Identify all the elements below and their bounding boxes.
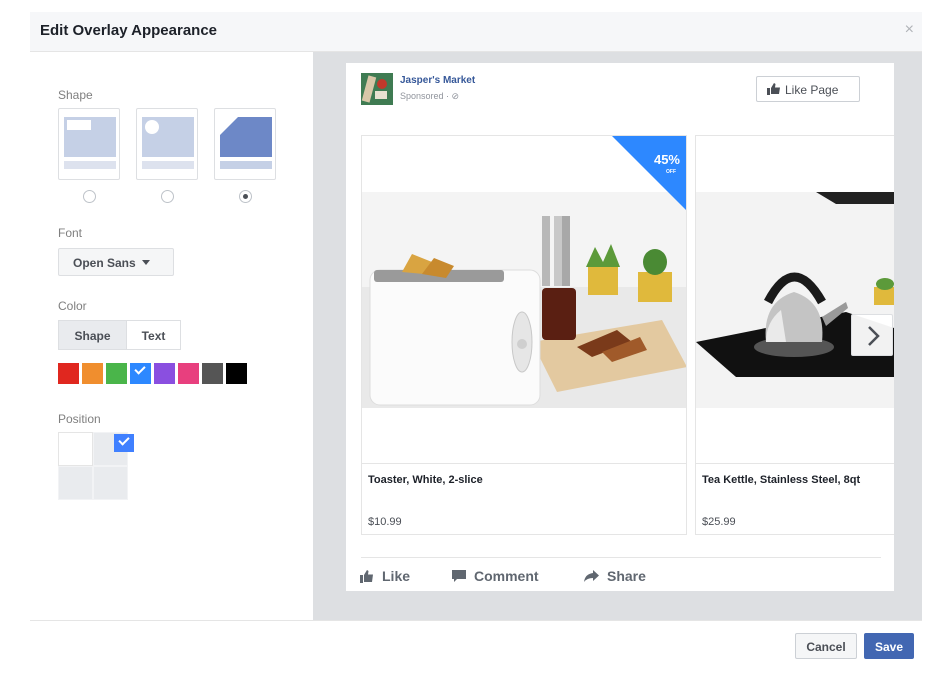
position-bottom-left[interactable] [58,466,93,500]
position-selected-check [114,434,134,452]
position-grid [58,432,134,500]
shape-radio-circle[interactable] [161,190,174,203]
color-tab-text[interactable]: Text [126,320,181,350]
comment-action[interactable]: Comment [452,568,539,584]
font-dropdown-value: Open Sans [73,256,136,270]
carousel-next-button[interactable] [851,314,893,356]
sponsored-label: Sponsored · ⊘ [400,91,460,101]
check-icon [134,363,146,375]
shape-preview-image [142,117,194,157]
share-action[interactable]: Share [584,568,646,584]
share-action-label: Share [607,568,646,584]
like-action-label: Like [382,568,411,584]
shape-option-circle[interactable] [136,108,198,180]
ad-preview-area: Jasper's Market Sponsored · ⊘ Like Page [313,52,922,620]
color-swatch[interactable] [202,363,223,384]
product-photo-toaster [362,192,686,408]
chevron-right-icon [868,326,880,346]
shape-radio-rectangle[interactable] [83,190,96,203]
avatar-shape [375,91,387,99]
shape-option-triangle[interactable] [214,108,276,180]
color-swatch[interactable] [129,362,152,385]
card-divider [362,463,686,464]
comment-action-label: Comment [474,568,539,584]
actions-divider [361,557,881,558]
discount-percent: 45% [653,152,680,167]
ad-preview-post: Jasper's Market Sponsored · ⊘ Like Page [346,63,894,591]
color-swatch[interactable] [82,363,103,384]
color-tab-shape[interactable]: Shape [58,320,127,350]
position-top-left[interactable] [58,432,93,466]
shape-preview-image [220,117,272,157]
avatar-shape [377,79,387,89]
thumbs-up-icon [767,83,780,95]
card-divider [696,463,894,464]
shape-preview-image [64,117,116,157]
font-section-label: Font [58,226,83,240]
shape-radio-triangle[interactable] [239,190,252,203]
product-title: Toaster, White, 2-slice [368,474,483,486]
rectangle-overlay-shape [67,120,91,130]
dialog-header: Edit Overlay Appearance × [30,12,922,52]
triangle-overlay-shape [220,117,238,135]
color-section-label: Color [58,299,87,313]
caret-down-icon [141,260,150,265]
check-icon [118,434,130,446]
page-avatar [361,73,393,105]
product-price: $25.99 [702,516,736,528]
close-icon[interactable]: × [905,21,914,39]
product-photo-kettle [696,192,894,408]
position-bottom-right[interactable] [93,466,128,500]
product-title: Tea Kettle, Stainless Steel, 8qt [702,474,861,486]
cancel-button[interactable]: Cancel [795,633,857,659]
color-swatch[interactable] [154,363,175,384]
toaster-photo-graphic [362,192,686,408]
like-page-button[interactable]: Like Page [756,76,860,102]
product-card[interactable]: 45% OFF Toaster, White, 2-slice $10.99 [361,135,687,535]
color-swatch[interactable] [58,363,79,384]
position-section-label: Position [58,412,101,426]
font-dropdown[interactable]: Open Sans [58,248,174,276]
shape-preview-caption [142,161,194,169]
page-name-link[interactable]: Jasper's Market [400,75,475,86]
shape-option-rectangle[interactable] [58,108,120,180]
color-swatch[interactable] [178,363,199,384]
shape-preview-caption [220,161,272,169]
like-action[interactable]: Like [360,568,410,584]
comment-icon [452,569,466,582]
save-button[interactable]: Save [864,633,914,659]
thumbs-up-icon [360,569,373,583]
color-swatch[interactable] [226,363,247,384]
shape-preview-caption [64,161,116,169]
dialog-footer: Cancel Save [30,620,922,680]
edit-overlay-dialog: Edit Overlay Appearance × Shape Font Ope… [30,12,922,620]
shape-section-label: Shape [58,88,93,102]
circle-overlay-shape [145,120,159,134]
color-swatch[interactable] [106,363,127,384]
dialog-title: Edit Overlay Appearance [40,22,218,39]
share-icon [584,570,599,582]
position-top-right[interactable] [93,432,134,466]
product-price: $10.99 [368,516,402,528]
kettle-photo-graphic [696,192,894,408]
discount-off-label: OFF [666,169,676,175]
like-page-label: Like Page [785,83,839,97]
settings-panel: Shape Font Open Sans Color Shape Text Po… [30,52,313,620]
